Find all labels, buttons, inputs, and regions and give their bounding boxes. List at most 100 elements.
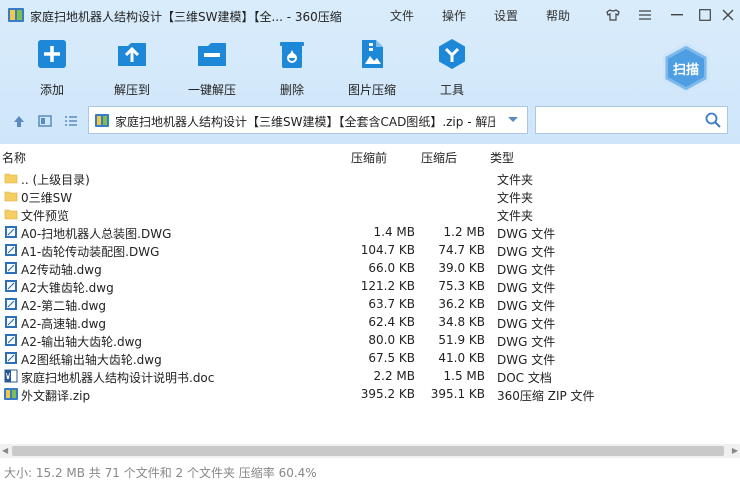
file-packed-size: 121.2 KB: [360, 279, 415, 293]
archive-app-icon: [8, 8, 24, 22]
maximize-icon[interactable]: [695, 5, 715, 25]
dwg-icon: [4, 351, 18, 365]
file-packed-size: 80.0 KB: [368, 333, 415, 347]
file-packed-size: 67.5 KB: [368, 351, 415, 365]
file-name: A2-高速轴.dwg: [21, 317, 107, 331]
folder-row[interactable]: .. (上级目录) 文件夹: [0, 169, 740, 187]
file-unpacked-size: 39.0 KB: [438, 261, 485, 275]
search-box[interactable]: [535, 106, 728, 134]
close-icon[interactable]: [718, 5, 738, 25]
file-type: 360压缩 ZIP 文件: [497, 389, 595, 403]
delete-label: 删除: [279, 83, 304, 97]
zip-icon: [4, 387, 18, 401]
file-packed-size: 62.4 KB: [368, 315, 415, 329]
column-type[interactable]: 类型: [490, 149, 514, 166]
file-row[interactable]: A2大锥齿轮.dwg 121.2 KB 75.3 KB DWG 文件: [0, 277, 740, 295]
file-type: DWG 文件: [497, 281, 556, 295]
folder-row[interactable]: 0三维SW 文件夹: [0, 187, 740, 205]
dwg-icon: [4, 279, 18, 293]
image-compress-button[interactable]: 图片压缩: [337, 38, 407, 97]
file-type: 文件夹: [497, 209, 534, 223]
file-row[interactable]: A2-第二轴.dwg 63.7 KB 36.2 KB DWG 文件: [0, 295, 740, 313]
menu-help[interactable]: 帮助: [546, 7, 570, 24]
scroll-left-icon[interactable]: ◀: [2, 446, 8, 455]
file-unpacked-size: 74.7 KB: [438, 243, 485, 257]
file-row[interactable]: 家庭扫地机器人结构设计说明书.doc 2.2 MB 1.5 MB DOC 文档: [0, 367, 740, 385]
one-click-extract-button[interactable]: 一键解压: [177, 38, 247, 97]
skin-icon[interactable]: [603, 5, 623, 25]
extract-to-button[interactable]: 解压到: [97, 38, 167, 97]
file-unpacked-size: 1.2 MB: [443, 225, 485, 239]
title-bar: 家庭扫地机器人结构设计【三维SW建模】【全... - 360压缩 文件 操作 设…: [0, 0, 740, 30]
file-type: DWG 文件: [497, 263, 556, 277]
folder-icon: [4, 189, 18, 203]
file-name: A2-第二轴.dwg: [21, 299, 107, 313]
view-mode-icon[interactable]: [38, 114, 52, 128]
file-unpacked-size: 395.1 KB: [430, 387, 485, 401]
scrollbar-thumb[interactable]: [12, 446, 724, 456]
minimize-icon[interactable]: [667, 5, 687, 25]
file-row[interactable]: A2-高速轴.dwg 62.4 KB 34.8 KB DWG 文件: [0, 313, 740, 331]
window-title: 家庭扫地机器人结构设计【三维SW建模】【全... - 360压缩: [30, 10, 342, 24]
column-unpacked[interactable]: 压缩后: [421, 149, 457, 166]
list-view-icon[interactable]: [64, 114, 78, 128]
file-row[interactable]: A0-扫地机器人总装图.DWG 1.4 MB 1.2 MB DWG 文件: [0, 223, 740, 241]
horizontal-scrollbar[interactable]: ◀ ▶: [0, 444, 740, 458]
file-name: 文件预览: [21, 209, 70, 223]
file-name: A1-齿轮传动装配图.DWG: [21, 245, 160, 259]
file-type: DWG 文件: [497, 335, 556, 349]
tools-label: 工具: [439, 83, 464, 97]
one-click-extract-icon: [198, 43, 226, 66]
folder-icon: [4, 171, 18, 185]
file-row[interactable]: A1-齿轮传动装配图.DWG 104.7 KB 74.7 KB DWG 文件: [0, 241, 740, 259]
file-packed-size: 1.4 MB: [373, 225, 415, 239]
file-packed-size: 104.7 KB: [360, 243, 415, 257]
file-unpacked-size: 36.2 KB: [438, 297, 485, 311]
file-type: DOC 文档: [497, 371, 552, 385]
image-compress-label: 图片压缩: [347, 83, 396, 97]
file-row[interactable]: 外文翻译.zip 395.2 KB 395.1 KB 360压缩 ZIP 文件: [0, 385, 740, 403]
file-type: DWG 文件: [497, 317, 556, 331]
file-unpacked-size: 1.5 MB: [443, 369, 485, 383]
scroll-right-icon[interactable]: ▶: [732, 446, 738, 455]
column-header: 名称 压缩前 压缩后 类型: [0, 144, 740, 168]
add-button[interactable]: 添加: [17, 38, 87, 97]
one-click-extract-label: 一键解压: [187, 83, 236, 97]
path-dropdown-icon[interactable]: [507, 113, 519, 125]
folder-row[interactable]: 文件预览 文件夹: [0, 205, 740, 223]
scan-label: 扫描: [672, 63, 699, 78]
file-type: DWG 文件: [497, 245, 556, 259]
file-name: A2图纸输出轴大齿轮.dwg: [21, 353, 162, 367]
extract-to-icon: [118, 43, 146, 66]
menu-settings[interactable]: 设置: [494, 7, 518, 24]
file-name: A2-输出轴大齿轮.dwg: [21, 335, 143, 349]
tools-icon: [439, 39, 465, 69]
file-packed-size: 63.7 KB: [368, 297, 415, 311]
doc-icon: [4, 369, 18, 383]
column-packed[interactable]: 压缩前: [351, 149, 387, 166]
dwg-icon: [4, 297, 18, 311]
path-text: 家庭扫地机器人结构设计【三维SW建模】【全套含CAD图纸】.zip - 解压后.…: [115, 115, 495, 129]
path-box[interactable]: 家庭扫地机器人结构设计【三维SW建模】【全套含CAD图纸】.zip - 解压后.…: [88, 106, 528, 134]
zip-file-icon: [95, 114, 109, 127]
file-row[interactable]: A2图纸输出轴大齿轮.dwg 67.5 KB 41.0 KB DWG 文件: [0, 349, 740, 367]
search-icon[interactable]: [705, 112, 721, 128]
file-name: 家庭扫地机器人结构设计说明书.doc: [21, 371, 215, 385]
file-name: A2大锥齿轮.dwg: [21, 281, 114, 295]
column-name[interactable]: 名称: [2, 149, 26, 166]
file-row[interactable]: A2传动轴.dwg 66.0 KB 39.0 KB DWG 文件: [0, 259, 740, 277]
dwg-icon: [4, 261, 18, 275]
delete-button[interactable]: 删除: [257, 38, 327, 97]
add-icon: [38, 40, 66, 68]
scan-button[interactable]: 扫描: [660, 42, 712, 94]
file-type: DWG 文件: [497, 299, 556, 313]
up-arrow-icon[interactable]: [12, 114, 26, 128]
file-row[interactable]: A2-输出轴大齿轮.dwg 80.0 KB 51.9 KB DWG 文件: [0, 331, 740, 349]
file-type: DWG 文件: [497, 353, 556, 367]
file-packed-size: 66.0 KB: [368, 261, 415, 275]
menu-operation[interactable]: 操作: [442, 7, 466, 24]
menu-file[interactable]: 文件: [390, 7, 414, 24]
tools-button[interactable]: 工具: [417, 38, 487, 97]
menu-icon[interactable]: [635, 5, 655, 25]
file-list: .. (上级目录) 文件夹 0三维SW 文件夹 文件预览 文件夹 A0-扫地机器人总装图.D…: [0, 169, 740, 447]
